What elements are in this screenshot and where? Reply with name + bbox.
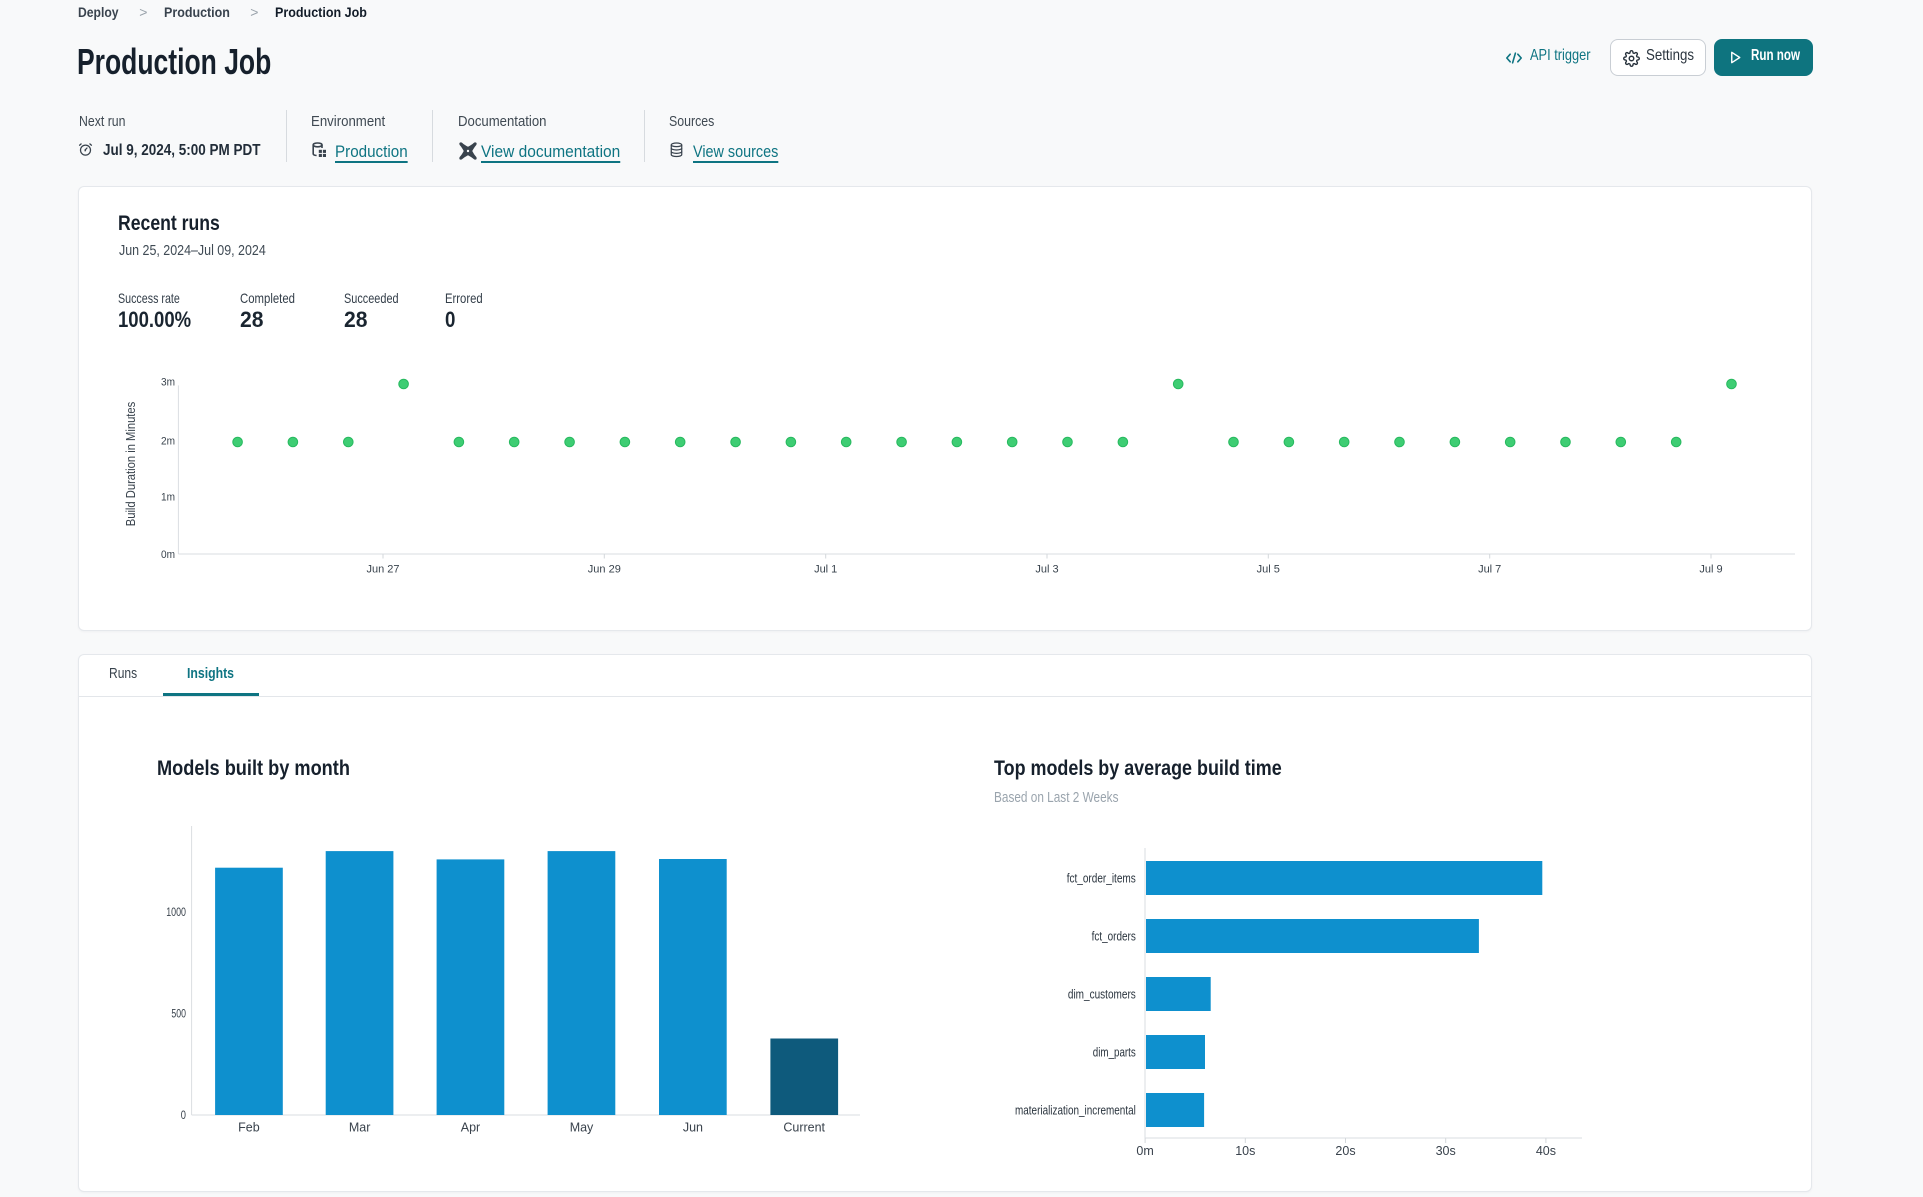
svg-text:0: 0 [181, 1110, 186, 1122]
svg-text:Jul 1: Jul 1 [814, 564, 837, 576]
svg-text:500: 500 [171, 1009, 186, 1021]
svg-text:dim_customers: dim_customers [1068, 987, 1136, 1001]
svg-text:10s: 10s [1235, 1144, 1255, 1158]
svg-text:fct_order_items: fct_order_items [1067, 871, 1136, 885]
svg-text:fct_orders: fct_orders [1092, 929, 1136, 943]
svg-text:40s: 40s [1536, 1144, 1556, 1158]
svg-text:2m: 2m [161, 436, 175, 448]
svg-text:Feb: Feb [238, 1121, 260, 1135]
svg-text:1m: 1m [161, 492, 175, 504]
svg-text:0m: 0m [1136, 1144, 1153, 1158]
svg-text:Jul 5: Jul 5 [1257, 564, 1280, 576]
svg-text:3m: 3m [161, 377, 175, 389]
svg-text:Jun: Jun [683, 1121, 703, 1135]
svg-text:1000: 1000 [166, 907, 186, 919]
svg-text:Jul 9: Jul 9 [1699, 564, 1722, 576]
svg-text:Jul 7: Jul 7 [1478, 564, 1501, 576]
svg-text:Jul 3: Jul 3 [1035, 564, 1058, 576]
svg-text:0m: 0m [161, 549, 175, 561]
svg-text:Jun 27: Jun 27 [366, 564, 399, 576]
svg-text:materialization_incremental: materialization_incremental [1015, 1103, 1136, 1117]
svg-text:dim_parts: dim_parts [1093, 1045, 1136, 1059]
svg-text:Build Duration in Minutes: Build Duration in Minutes [123, 401, 138, 526]
svg-text:Jun 29: Jun 29 [588, 564, 621, 576]
svg-text:20s: 20s [1335, 1144, 1355, 1158]
svg-text:May: May [570, 1121, 594, 1135]
svg-text:30s: 30s [1436, 1144, 1456, 1158]
svg-text:Apr: Apr [461, 1121, 480, 1135]
svg-text:Current: Current [783, 1121, 825, 1135]
svg-text:Mar: Mar [349, 1121, 371, 1135]
